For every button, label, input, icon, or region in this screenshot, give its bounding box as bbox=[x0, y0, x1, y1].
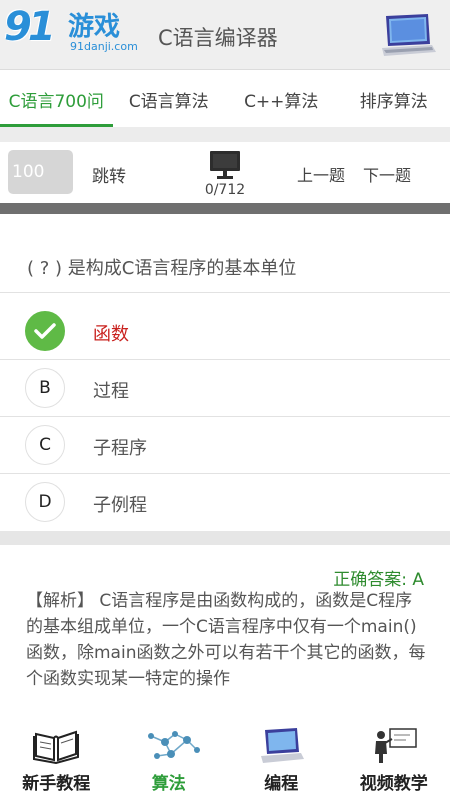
option-d[interactable]: D 子例程 bbox=[0, 474, 450, 531]
nav-label: 算法 bbox=[151, 774, 186, 794]
option-text: 子程序 bbox=[93, 438, 147, 459]
option-text: 函数 bbox=[93, 324, 129, 345]
network-icon bbox=[145, 726, 200, 764]
checkmark-icon bbox=[25, 311, 65, 351]
option-a[interactable]: 函数 bbox=[0, 303, 450, 360]
question-panel: ( ? ) 是构成C语言程序的基本单位 bbox=[0, 214, 450, 292]
laptop-icon bbox=[378, 12, 438, 58]
category-tabs: C语言700问 C语言算法 C++算法 排序算法 bbox=[0, 71, 450, 127]
tab-c-algorithms[interactable]: C语言算法 bbox=[113, 71, 226, 127]
teacher-icon bbox=[370, 726, 418, 764]
question-toolbar: 跳转 0/712 上一题 下一题 bbox=[0, 142, 450, 202]
nav-programming[interactable]: 编程 bbox=[225, 722, 338, 800]
nav-label: 新手教程 bbox=[22, 774, 91, 794]
tab-c-700[interactable]: C语言700问 bbox=[0, 71, 113, 127]
answer-panel: 正确答案: A 【解析】 C语言程序是由函数构成的，函数是C程序的基本组成单位，… bbox=[0, 545, 450, 725]
tab-cpp-algorithms[interactable]: C++算法 bbox=[225, 71, 338, 127]
app-title: C语言编译器 bbox=[158, 26, 278, 50]
jump-button[interactable]: 跳转 bbox=[92, 162, 126, 187]
nav-beginner-tutorial[interactable]: 新手教程 bbox=[0, 722, 113, 800]
nav-label: 编程 bbox=[264, 774, 299, 794]
previous-question-button[interactable]: 上一题 bbox=[297, 162, 345, 186]
logo-text: 游戏 bbox=[68, 12, 121, 42]
nav-video-teaching[interactable]: 视频教学 bbox=[338, 722, 450, 800]
answer-explanation: 【解析】 C语言程序是由函数构成的，函数是C程序的基本组成单位，一个C语言程序中… bbox=[26, 591, 426, 689]
option-letter: B bbox=[25, 368, 65, 408]
option-letter: D bbox=[25, 482, 65, 522]
option-text: 子例程 bbox=[93, 495, 147, 516]
monitor-icon[interactable] bbox=[209, 150, 241, 180]
question-counter: 0/712 bbox=[204, 182, 246, 198]
nav-algorithms[interactable]: 算法 bbox=[113, 722, 226, 800]
jump-input[interactable] bbox=[8, 150, 73, 194]
question-text: ( ? ) 是构成C语言程序的基本单位 bbox=[27, 258, 297, 279]
section-gap bbox=[0, 531, 450, 545]
nav-label: 视频教学 bbox=[359, 774, 428, 794]
option-b[interactable]: B 过程 bbox=[0, 360, 450, 417]
app-header: 91 游戏 91danji.com C语言编译器 bbox=[0, 0, 450, 70]
option-text: 过程 bbox=[93, 381, 129, 402]
option-c[interactable]: C 子程序 bbox=[0, 417, 450, 474]
next-question-button[interactable]: 下一题 bbox=[363, 162, 411, 186]
logo-url: 91danji.com bbox=[70, 40, 138, 53]
tab-sorting-algorithms[interactable]: 排序算法 bbox=[338, 71, 450, 127]
correct-answer-label: 正确答案: A bbox=[333, 570, 424, 590]
bottom-navigation: 新手教程 算法 编程 视频教学 bbox=[0, 722, 450, 800]
logo-mark: 91 bbox=[4, 4, 56, 50]
site-logo: 91 游戏 91danji.com bbox=[4, 2, 142, 56]
option-letter: C bbox=[25, 425, 65, 465]
laptop-icon bbox=[257, 726, 305, 764]
divider bbox=[0, 292, 450, 293]
app-screen: 91 游戏 91danji.com C语言编译器 C语言700问 C语言算法 C… bbox=[0, 0, 450, 800]
section-gap bbox=[0, 127, 450, 142]
book-icon bbox=[32, 726, 80, 765]
toolbar-divider bbox=[0, 203, 450, 214]
